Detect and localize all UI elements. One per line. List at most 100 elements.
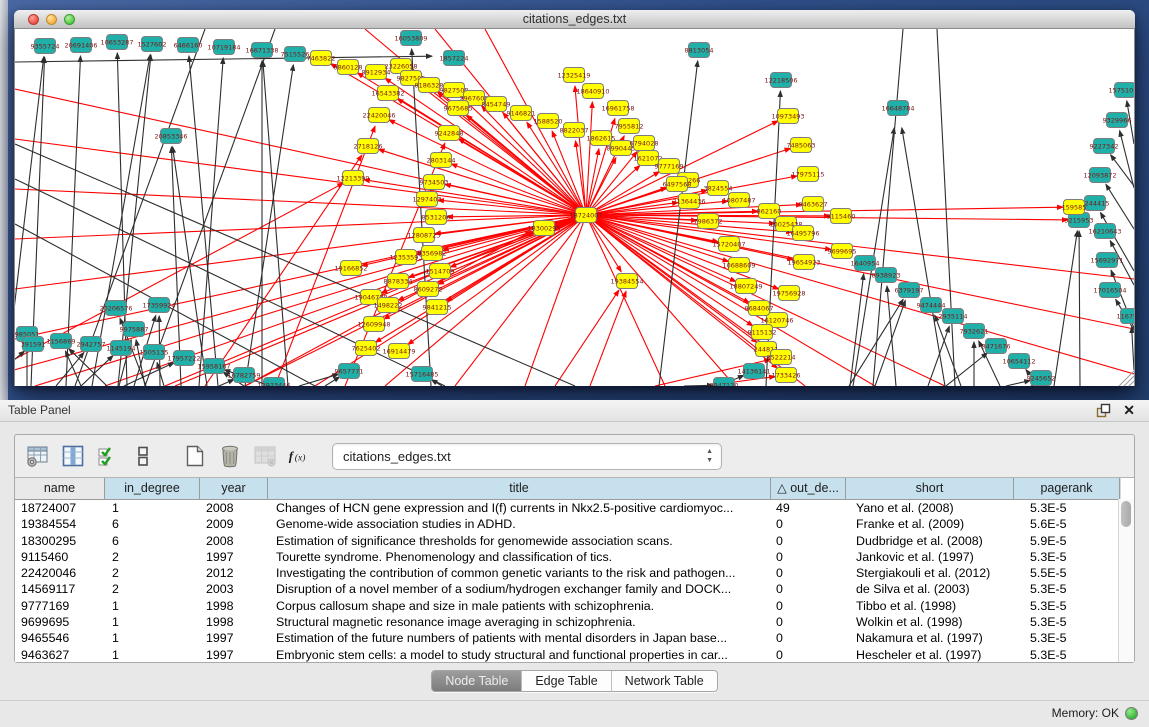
cell-title[interactable]: Tourette syndrome. Phenomenology and cla… [268, 549, 771, 565]
citation-edge-black[interactable] [1120, 131, 1134, 188]
cell-in_degree[interactable]: 1 [105, 614, 200, 630]
citation-edge-black[interactable] [902, 128, 945, 386]
cell-in_degree[interactable]: 1 [105, 630, 200, 646]
canvas-resize-grip[interactable] [1119, 371, 1134, 386]
citation-edge-black[interactable] [1106, 184, 1134, 229]
citation-edge-black[interactable] [1132, 327, 1134, 370]
combo-stepper-icon[interactable]: ▲▼ [706, 447, 713, 465]
tab-edge-table[interactable]: Edge Table [522, 671, 611, 691]
cell-out_de[interactable]: 0 [771, 565, 846, 581]
citation-edge-black[interactable] [431, 380, 442, 386]
cell-name[interactable]: 22420046 [15, 565, 105, 581]
cell-name[interactable]: 19384554 [15, 516, 105, 532]
cell-name[interactable]: 9777169 [15, 598, 105, 614]
cell-pagerank[interactable]: 5.3E-5 [1014, 549, 1120, 565]
cell-year[interactable]: 1998 [200, 614, 268, 630]
cell-year[interactable]: 1998 [200, 598, 268, 614]
cell-in_degree[interactable]: 2 [105, 581, 200, 597]
cell-title[interactable]: Estimation of significance thresholds fo… [268, 533, 771, 549]
table-row[interactable]: 911546021997Tourette syndrome. Phenomeno… [15, 549, 1134, 565]
cell-short[interactable]: Jankovic et al. (1997) [846, 549, 1014, 565]
citation-edge-black[interactable] [1079, 231, 1080, 386]
citation-edge-black[interactable] [937, 29, 955, 386]
float-window-icon[interactable] [1096, 403, 1111, 418]
cell-out_de[interactable]: 0 [771, 614, 846, 630]
cell-title[interactable]: Investigating the contribution of common… [268, 565, 771, 581]
citation-edge-black[interactable] [199, 58, 223, 386]
citation-edge-black[interactable] [928, 326, 949, 386]
cell-year[interactable]: 1997 [200, 630, 268, 646]
cell-title[interactable]: Genome-wide association studies in ADHD. [268, 516, 771, 532]
citation-edge-black[interactable] [219, 379, 234, 386]
citation-edge-black[interactable] [946, 353, 987, 386]
table-row[interactable]: 1872400712008Changes of HCN gene express… [15, 500, 1134, 516]
network-canvas[interactable]: 9355724206914061065328715276026466160107… [14, 29, 1135, 386]
column-header-out_de[interactable]: △ out_de... [771, 478, 846, 499]
cell-pagerank[interactable]: 5.3E-5 [1014, 614, 1120, 630]
cell-out_de[interactable]: 0 [771, 647, 846, 662]
citation-edge-black[interactable] [873, 29, 903, 386]
cell-title[interactable]: Changes of HCN gene expression and I(f) … [268, 500, 771, 516]
cell-name[interactable]: 9463627 [15, 647, 105, 662]
table-selector-combo[interactable]: citations_edges.txt ▲▼ [332, 443, 722, 470]
cell-in_degree[interactable]: 1 [105, 500, 200, 516]
tab-node-table[interactable]: Node Table [432, 671, 522, 691]
cell-pagerank[interactable]: 5.3E-5 [1014, 630, 1120, 646]
cell-short[interactable]: Dudbridge et al. (2008) [846, 533, 1014, 549]
column-header-year[interactable]: year [200, 478, 268, 499]
cell-year[interactable]: 2003 [200, 581, 268, 597]
table-scrollbar[interactable] [1118, 499, 1134, 662]
table-row[interactable]: 977716911998Corpus callosum shape and si… [15, 598, 1134, 614]
table-row[interactable]: 946362711997Embryonic stem cells: a mode… [15, 647, 1134, 662]
cell-in_degree[interactable]: 1 [105, 647, 200, 662]
cell-year[interactable]: 2009 [200, 516, 268, 532]
citation-edge-red[interactable] [446, 215, 586, 301]
column-header-title[interactable]: title [268, 478, 771, 499]
column-header-pagerank[interactable]: pagerank [1014, 478, 1120, 499]
cell-title[interactable]: Disruption of a novel member of a sodium… [268, 581, 771, 597]
cell-name[interactable]: 9115460 [15, 549, 105, 565]
citation-edge-black[interactable] [65, 351, 81, 386]
table-row[interactable]: 969969511998Structural magnetic resonanc… [15, 614, 1134, 630]
network-window-titlebar[interactable]: citations_edges.txt [14, 10, 1135, 29]
cell-title[interactable]: Embryonic stem cells: a model to study s… [268, 647, 771, 662]
citation-edge-red[interactable] [15, 139, 586, 215]
cell-pagerank[interactable]: 5.6E-5 [1014, 516, 1120, 532]
citation-edge-black[interactable] [15, 179, 445, 386]
cell-short[interactable]: Stergiakouli et al. (2012) [846, 565, 1014, 581]
cell-short[interactable]: Hescheler et al. (1997) [846, 647, 1014, 662]
memory-status-indicator[interactable] [1125, 707, 1138, 720]
table-settings-icon[interactable] [25, 443, 51, 469]
cell-short[interactable]: Yano et al. (2008) [846, 500, 1014, 516]
cell-short[interactable]: Tibbo et al. (1998) [846, 598, 1014, 614]
cell-short[interactable]: de Silva et al. (2003) [846, 581, 1014, 597]
cell-title[interactable]: Structural magnetic resonance image aver… [268, 614, 771, 630]
function-icon[interactable]: f(x) [287, 443, 313, 469]
citation-edge-black[interactable] [263, 61, 288, 386]
cell-year[interactable]: 2012 [200, 565, 268, 581]
column-header-in_degree[interactable]: in_degree [105, 478, 200, 499]
cell-year[interactable]: 1997 [200, 549, 268, 565]
trash-icon[interactable] [217, 443, 243, 469]
citation-edge-black[interactable] [245, 65, 293, 386]
citation-edge-red[interactable] [555, 290, 619, 386]
cell-in_degree[interactable]: 1 [105, 598, 200, 614]
new-document-icon[interactable] [182, 443, 208, 469]
column-header-name[interactable]: name [15, 478, 105, 499]
table-row[interactable]: 1938455462009Genome-wide association stu… [15, 516, 1134, 532]
cell-pagerank[interactable]: 5.3E-5 [1014, 647, 1120, 662]
table-scrollbar-thumb[interactable] [1121, 501, 1131, 527]
cell-title[interactable]: Corpus callosum shape and size in male p… [268, 598, 771, 614]
cell-out_de[interactable]: 0 [771, 598, 846, 614]
import-table-disabled-icon[interactable] [252, 443, 278, 469]
citation-edge-red[interactable] [586, 215, 1134, 374]
citation-edge-black[interactable] [1054, 231, 1077, 386]
cell-year[interactable]: 1997 [200, 647, 268, 662]
cell-out_de[interactable]: 49 [771, 500, 846, 516]
table-row[interactable]: 2242004622012Investigating the contribut… [15, 565, 1134, 581]
cell-out_de[interactable]: 0 [771, 581, 846, 597]
cell-short[interactable]: Wolkin et al. (1998) [846, 614, 1014, 630]
cell-year[interactable]: 2008 [200, 533, 268, 549]
cell-pagerank[interactable]: 5.3E-5 [1014, 598, 1120, 614]
cell-year[interactable]: 2008 [200, 500, 268, 516]
